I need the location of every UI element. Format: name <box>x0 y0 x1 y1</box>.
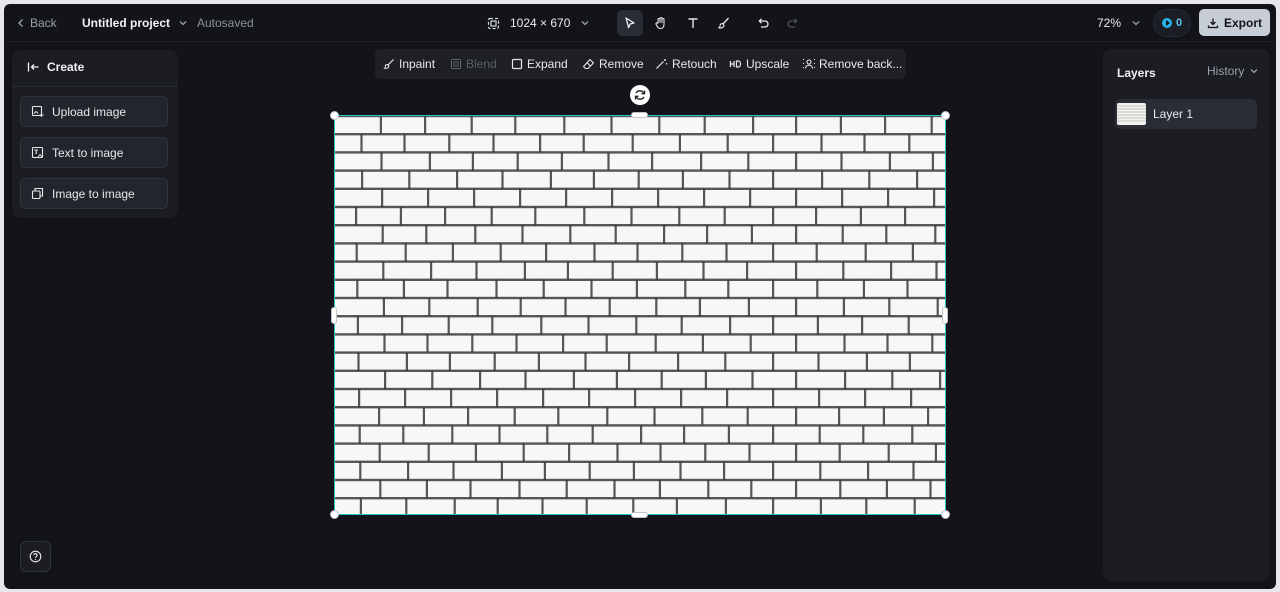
brush-tool-button[interactable] <box>711 10 737 36</box>
chevron-down-icon <box>1250 69 1258 74</box>
hand-icon <box>655 16 665 30</box>
help-button[interactable] <box>20 541 51 572</box>
retouch-label: Retouch <box>672 57 717 71</box>
credits-count: 0 <box>1175 17 1183 29</box>
resize-handle-top[interactable] <box>631 112 648 118</box>
credit-icon <box>1161 18 1172 28</box>
back-label: Back <box>30 16 57 30</box>
credits-badge[interactable]: 0 <box>1153 9 1191 37</box>
create-panel-title: Create <box>47 60 85 74</box>
image-to-image-label: Image to image <box>52 186 135 201</box>
create-panel: Create Upload image Text to image Image … <box>12 50 178 218</box>
inpaint-icon <box>383 59 394 69</box>
project-title-dropdown[interactable]: Untitled project <box>82 4 188 42</box>
rotate-icon <box>634 90 646 100</box>
image-to-image-button[interactable]: Image to image <box>20 178 168 209</box>
expand-button[interactable]: Expand <box>511 49 568 79</box>
upload-image-icon <box>31 105 44 117</box>
project-title: Untitled project <box>82 16 171 30</box>
blend-button[interactable]: Blend <box>450 49 497 79</box>
blend-icon <box>450 58 462 70</box>
history-label: History <box>1207 64 1245 78</box>
select-icon <box>625 17 635 29</box>
back-button[interactable]: Back <box>16 4 57 42</box>
undo-icon <box>758 18 769 28</box>
layer-item[interactable]: Layer 1 <box>1115 99 1257 129</box>
canvas-size-label: 1024 × 670 <box>510 16 571 30</box>
retouch-icon <box>656 59 668 69</box>
undo-button[interactable] <box>750 10 776 36</box>
hd-icon <box>729 60 742 68</box>
remove-background-icon <box>803 59 815 69</box>
text-icon <box>688 18 698 28</box>
upload-image-label: Upload image <box>52 104 127 119</box>
chevron-down-icon <box>1132 21 1140 26</box>
eraser-icon <box>582 58 595 70</box>
resize-handle-left[interactable] <box>331 307 337 324</box>
layers-panel: Layers History Layer 1 <box>1103 49 1270 581</box>
layer-thumbnail <box>1117 103 1146 125</box>
rotate-handle[interactable] <box>630 85 650 105</box>
inpaint-button[interactable]: Inpaint <box>383 49 435 79</box>
divider <box>12 86 178 87</box>
layers-panel-title[interactable]: Layers <box>1117 66 1156 80</box>
zoom-level: 72% <box>1097 16 1122 30</box>
edit-toolbar: Inpaint Blend Expand Remove Retouch Upsc… <box>375 49 906 79</box>
expand-icon <box>511 58 523 70</box>
remove-button[interactable]: Remove <box>582 49 644 79</box>
resize-handle-bottom[interactable] <box>631 512 648 518</box>
upscale-label: Upscale <box>746 57 790 71</box>
chevron-down-icon <box>581 21 589 26</box>
collapse-left-icon <box>27 62 39 72</box>
editor-app: Back Untitled project Autosaved 1024 × 6… <box>4 4 1276 589</box>
blend-label: Blend <box>466 57 497 71</box>
hand-tool-button[interactable] <box>648 10 674 36</box>
upscale-button[interactable]: Upscale <box>729 49 789 79</box>
image-to-image-icon <box>31 187 44 200</box>
resize-handle-bottom-right[interactable] <box>941 510 950 519</box>
inpaint-label: Inpaint <box>399 57 436 71</box>
canvas-size-dropdown[interactable]: 1024 × 670 <box>487 4 590 42</box>
resize-icon <box>487 17 500 29</box>
top-bar: Back Untitled project Autosaved 1024 × 6… <box>4 4 1276 42</box>
layer-name: Layer 1 <box>1153 107 1194 121</box>
retouch-button[interactable]: Retouch <box>655 49 717 79</box>
text-to-image-label: Text to image <box>52 145 124 160</box>
create-panel-header[interactable]: Create <box>27 60 84 74</box>
remove-background-label: Remove back... <box>819 57 903 71</box>
brick-wall-image <box>335 116 945 514</box>
download-icon <box>1207 18 1219 28</box>
text-to-image-icon <box>31 146 44 159</box>
autosave-status: Autosaved <box>197 16 254 30</box>
remove-label: Remove <box>599 57 644 71</box>
export-button[interactable]: Export <box>1199 9 1270 36</box>
text-tool-button[interactable] <box>680 10 706 36</box>
text-to-image-button[interactable]: Text to image <box>20 137 168 168</box>
zoom-dropdown[interactable]: 72% <box>1097 4 1141 42</box>
upload-image-button[interactable]: Upload image <box>20 96 168 127</box>
help-icon <box>29 550 42 563</box>
redo-button[interactable] <box>780 10 806 36</box>
brush-icon <box>717 17 729 29</box>
resize-handle-top-right[interactable] <box>941 111 950 120</box>
expand-label: Expand <box>527 57 568 71</box>
select-tool-button[interactable] <box>617 10 643 36</box>
resize-handle-bottom-left[interactable] <box>330 510 339 519</box>
canvas-image[interactable] <box>334 115 946 515</box>
export-label: Export <box>1223 15 1262 30</box>
history-tab[interactable]: History <box>1207 64 1259 78</box>
resize-handle-top-left[interactable] <box>330 111 339 120</box>
resize-handle-right[interactable] <box>942 307 948 324</box>
remove-background-button[interactable]: Remove back... <box>803 49 902 79</box>
redo-icon <box>787 18 798 28</box>
chevron-down-icon <box>179 21 187 26</box>
chevron-left-icon <box>18 19 23 27</box>
